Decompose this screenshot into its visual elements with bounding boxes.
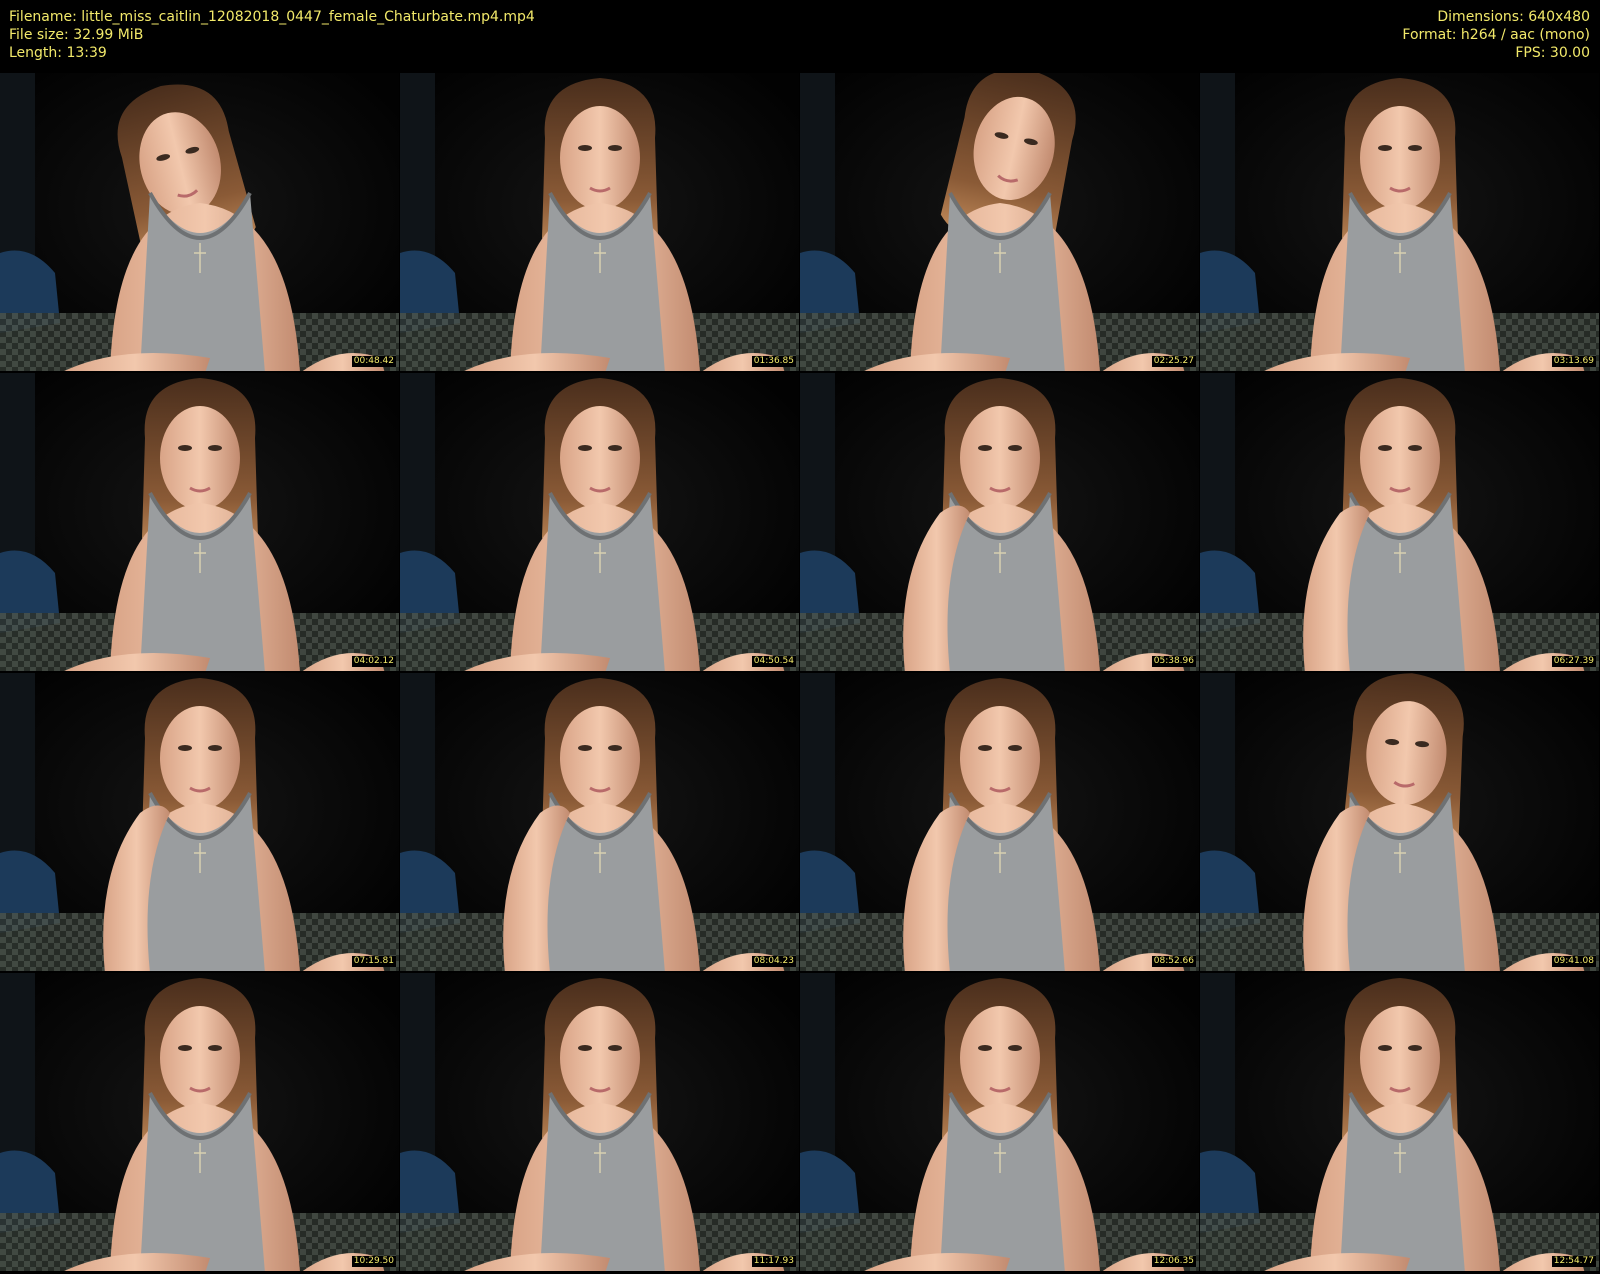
thumbnail-frame-image: [800, 673, 1199, 971]
thumbnail-timestamp: 08:52.66: [1151, 956, 1196, 967]
video-thumbnail: 00:48.42: [0, 73, 399, 371]
thumbnail-frame-image: [0, 73, 399, 371]
video-thumbnail: 04:50.54: [400, 373, 799, 671]
dimensions-text: Dimensions: 640x480: [1437, 9, 1590, 25]
video-thumbnail: 02:25.27: [800, 73, 1199, 371]
length-text: Length: 13:39: [9, 45, 107, 61]
thumbnail-timestamp: 05:38.96: [1151, 656, 1196, 667]
thumbnail-frame-image: [400, 673, 799, 971]
thumbnail-frame-image: [0, 973, 399, 1271]
thumbnail-frame-image: [0, 373, 399, 671]
video-thumbnail: 08:04.23: [400, 673, 799, 971]
video-thumbnail: 10:29.50: [0, 973, 399, 1271]
fps-text: FPS: 30.00: [1515, 45, 1590, 61]
thumbnail-frame-image: [800, 973, 1199, 1271]
video-thumbnail: 11:17.93: [400, 973, 799, 1271]
thumbnail-frame-image: [400, 373, 799, 671]
thumbnail-timestamp: 03:13.69: [1551, 356, 1596, 367]
thumbnail-grid: 00:48.42 01:36.85 02:25.27 03:13.69 04:0…: [0, 73, 1600, 1273]
thumbnail-timestamp: 10:29.50: [351, 1256, 396, 1267]
video-info-right: Dimensions: 640x480 Format: h264 / aac (…: [1402, 8, 1590, 62]
video-thumbnail: 07:15.81: [0, 673, 399, 971]
thumbnail-timestamp: 02:25.27: [1151, 356, 1196, 367]
video-info-header: Filename: little_miss_caitlin_12082018_0…: [0, 0, 1600, 72]
video-thumbnail: 03:13.69: [1200, 73, 1599, 371]
thumbnail-frame-image: [800, 73, 1199, 371]
thumbnail-timestamp: 07:15.81: [351, 956, 396, 967]
thumbnail-timestamp: 09:41.08: [1551, 956, 1596, 967]
video-thumbnail: 12:06.35: [800, 973, 1199, 1271]
video-thumbnail: 05:38.96: [800, 373, 1199, 671]
thumbnail-frame-image: [1200, 73, 1599, 371]
thumbnail-frame-image: [400, 973, 799, 1271]
video-thumbnail: 01:36.85: [400, 73, 799, 371]
file-size-text: File size: 32.99 MiB: [9, 27, 144, 43]
video-thumbnail: 06:27.39: [1200, 373, 1599, 671]
video-info-left: Filename: little_miss_caitlin_12082018_0…: [9, 8, 535, 62]
thumbnail-frame-image: [800, 373, 1199, 671]
thumbnail-frame-image: [1200, 673, 1599, 971]
thumbnail-timestamp: 00:48.42: [351, 356, 396, 367]
format-text: Format: h264 / aac (mono): [1402, 27, 1590, 43]
thumbnail-frame-image: [1200, 973, 1599, 1271]
video-thumbnail: 09:41.08: [1200, 673, 1599, 971]
thumbnail-frame-image: [1200, 373, 1599, 671]
thumbnail-timestamp: 08:04.23: [751, 956, 796, 967]
thumbnail-timestamp: 11:17.93: [751, 1256, 796, 1267]
video-thumbnail: 04:02.12: [0, 373, 399, 671]
filename-text: Filename: little_miss_caitlin_12082018_0…: [9, 9, 535, 25]
thumbnail-timestamp: 12:54.77: [1551, 1256, 1596, 1267]
thumbnail-frame-image: [400, 73, 799, 371]
thumbnail-timestamp: 06:27.39: [1551, 656, 1596, 667]
video-thumbnail: 12:54.77: [1200, 973, 1599, 1271]
thumbnail-frame-image: [0, 673, 399, 971]
thumbnail-timestamp: 12:06.35: [1151, 1256, 1196, 1267]
thumbnail-timestamp: 04:50.54: [751, 656, 796, 667]
thumbnail-timestamp: 01:36.85: [751, 356, 796, 367]
contact-sheet: Filename: little_miss_caitlin_12082018_0…: [0, 0, 1600, 1274]
video-thumbnail: 08:52.66: [800, 673, 1199, 971]
thumbnail-timestamp: 04:02.12: [351, 656, 396, 667]
